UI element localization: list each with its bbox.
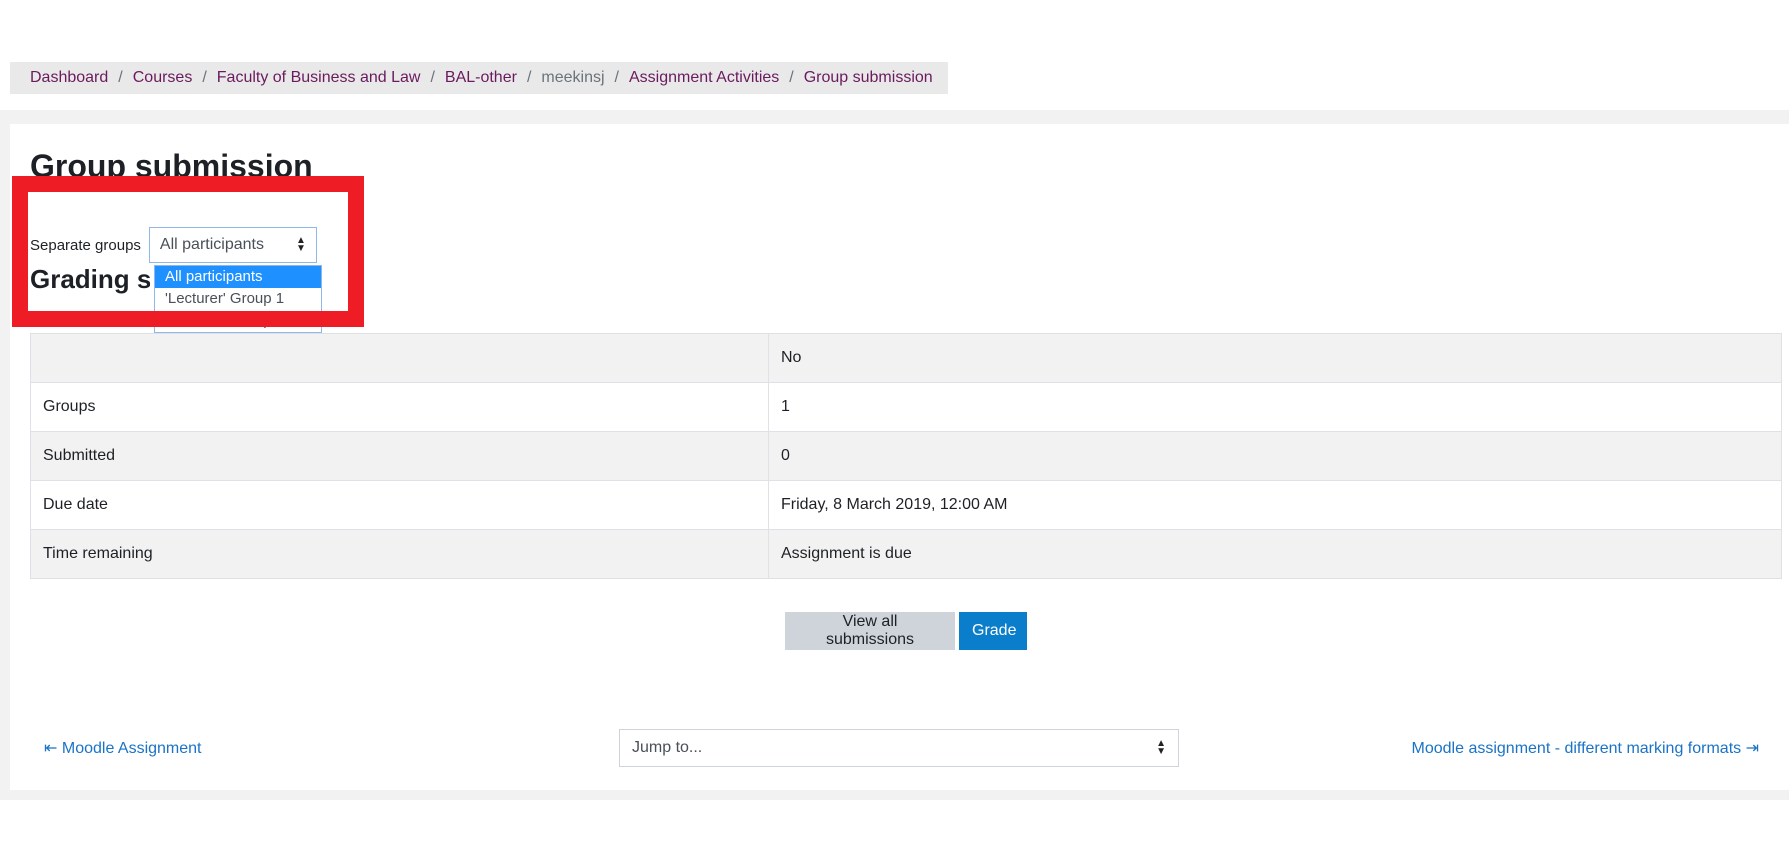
view-all-submissions-button[interactable]: View all submissions — [785, 612, 955, 650]
arrow-right-bar-icon: ⇥ — [1745, 740, 1759, 757]
breadcrumb-bal-other[interactable]: BAL-other — [445, 69, 517, 87]
breadcrumb-separator: / — [202, 69, 207, 86]
group-select[interactable]: All participants ▲ ▼ — [148, 227, 317, 263]
breadcrumb-separator: / — [526, 69, 532, 86]
grading-summary-table: No Groups 1 Submitted 0 Due date Friday,… — [30, 333, 1782, 579]
breadcrumb-faculty[interactable]: Faculty of Business and Law — [217, 69, 421, 87]
row-key — [30, 333, 769, 383]
action-buttons: View all submissions Grade — [785, 612, 1027, 650]
row-value: 1 — [768, 382, 1782, 432]
group-option-all[interactable]: All participants — [155, 266, 321, 288]
select-caret-icon: ▲ ▼ — [1156, 738, 1166, 757]
breadcrumb: Dashboard / Courses / Faculty of Busines… — [10, 62, 948, 94]
row-value: No — [768, 333, 1782, 383]
previous-activity-label: Moodle Assignment — [61, 740, 202, 757]
breadcrumb-separator: / — [430, 69, 435, 86]
breadcrumb-meekinsj: meekinsj — [541, 69, 605, 86]
main-content: Group submission Separate groups All par… — [10, 124, 1789, 790]
grade-button[interactable]: Grade — [959, 612, 1027, 650]
row-value: Assignment is due — [768, 529, 1782, 579]
group-option-1[interactable]: 'Lecturer' Group 1 — [155, 288, 321, 310]
group-selector-row: Separate groups All participants ▲ ▼ — [30, 227, 317, 263]
row-value: Friday, 8 March 2019, 12:00 AM — [768, 480, 1782, 530]
grading-summary-heading: Grading s — [30, 264, 150, 294]
table-row: Submitted 0 — [30, 431, 1782, 481]
table-row: No — [30, 333, 1782, 383]
row-key: Due date — [30, 480, 769, 530]
breadcrumb-separator: / — [789, 69, 794, 86]
jump-to-placeholder: Jump to... — [632, 739, 703, 756]
group-option-2[interactable]: 'Lecturer' Group 2 — [155, 310, 321, 332]
table-row: Time remaining Assignment is due — [30, 529, 1782, 579]
page-title: Group submission — [30, 148, 313, 184]
group-dropdown-list: All participants 'Lecturer' Group 1 'Lec… — [154, 265, 322, 333]
breadcrumb-group-submission[interactable]: Group submission — [804, 69, 933, 87]
table-row: Groups 1 — [30, 382, 1782, 432]
next-activity-label: Moodle assignment - different marking fo… — [1411, 740, 1742, 757]
arrow-left-bar-icon: ⇤ — [44, 740, 58, 757]
table-row: Due date Friday, 8 March 2019, 12:00 AM — [30, 480, 1782, 530]
row-key: Groups — [30, 382, 769, 432]
breadcrumb-courses[interactable]: Courses — [133, 69, 193, 87]
row-value: 0 — [768, 431, 1782, 481]
group-select-value: All participants — [159, 236, 264, 253]
jump-to-select[interactable]: Jump to... ▲ ▼ — [619, 729, 1179, 767]
breadcrumb-separator: / — [118, 69, 123, 86]
row-key: Time remaining — [30, 529, 769, 579]
previous-activity-link[interactable]: ⇤ Moodle Assignment — [44, 738, 202, 758]
row-key: Submitted — [30, 431, 769, 481]
select-caret-icon: ▲ ▼ — [296, 235, 306, 254]
group-selector-label: Separate groups — [30, 236, 141, 254]
next-activity-link[interactable]: Moodle assignment - different marking fo… — [1412, 738, 1759, 758]
breadcrumb-dashboard[interactable]: Dashboard — [30, 69, 108, 87]
breadcrumb-assignment-activities[interactable]: Assignment Activities — [629, 69, 779, 87]
breadcrumb-separator: / — [614, 69, 619, 86]
